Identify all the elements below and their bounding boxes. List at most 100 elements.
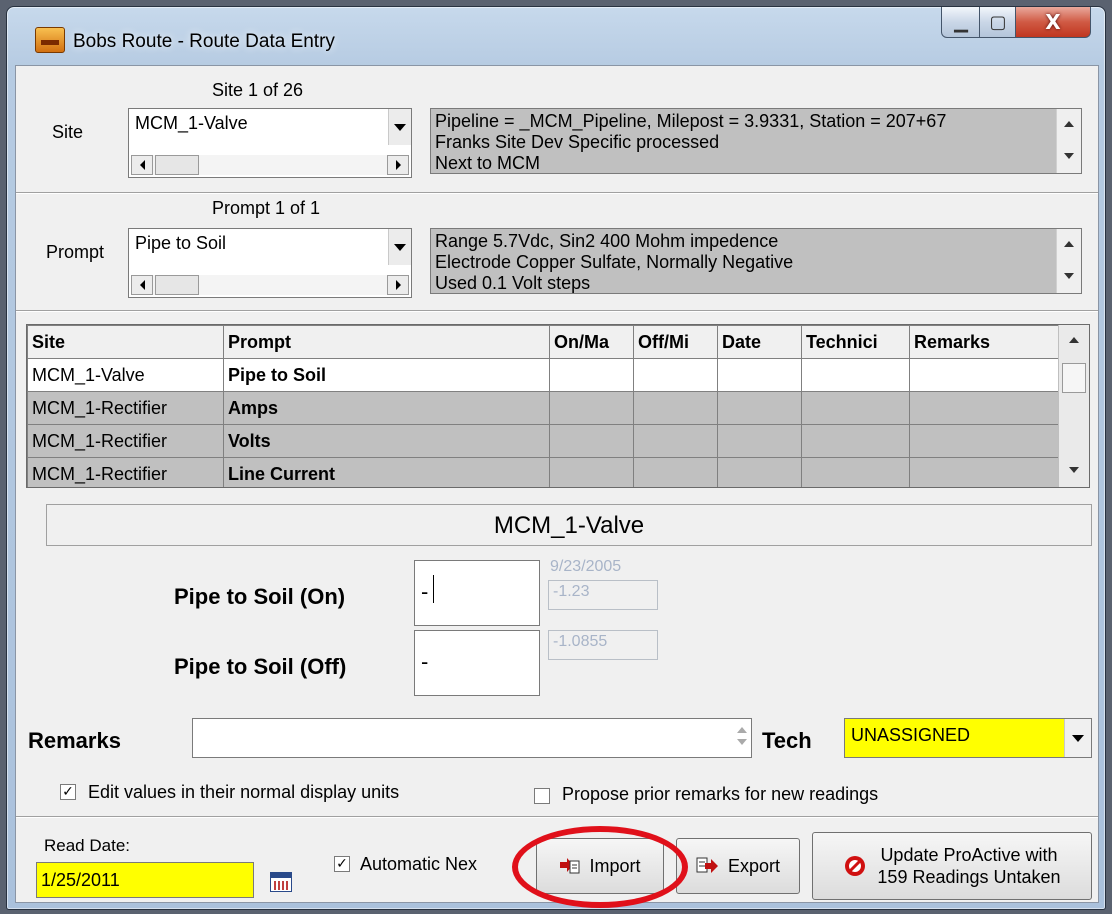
grid-cell[interactable] (909, 391, 1062, 425)
grid-cell[interactable]: Volts (223, 424, 550, 458)
chevron-down-icon (1072, 734, 1084, 742)
remarks-spinner[interactable] (737, 727, 747, 745)
column-header[interactable]: Technici (801, 325, 910, 359)
automatic-next-checkbox[interactable]: ✓ (334, 856, 350, 872)
grid-cell[interactable] (801, 391, 910, 425)
grid-cell[interactable] (717, 424, 802, 458)
grid-cell[interactable] (549, 391, 634, 425)
scroll-right-button[interactable] (387, 275, 409, 295)
prompt-counter: Prompt 1 of 1 (212, 198, 321, 218)
on-reading-input[interactable]: - (414, 560, 540, 626)
prompt-label: Prompt (46, 242, 105, 262)
grid-cell[interactable]: MCM_1-Rectifier (27, 457, 224, 487)
propose-remarks-checkbox[interactable] (534, 788, 550, 804)
maximize-button[interactable]: ▢ (979, 7, 1017, 38)
client-area: Site 1 of 26 Site MCM_1-Valve Pipeline =… (15, 65, 1099, 908)
grid-cell[interactable] (633, 391, 718, 425)
scroll-thumb[interactable] (1062, 363, 1086, 393)
site-combo[interactable]: MCM_1-Valve (128, 108, 412, 178)
table-row[interactable]: MCM_1-Rectifier Amps (27, 391, 1062, 425)
arrow-up-icon[interactable] (1069, 337, 1079, 343)
grid-cell[interactable] (801, 457, 910, 487)
arrow-up-icon[interactable] (1064, 241, 1074, 247)
prior-reading-date: 9/23/2005 (550, 558, 622, 575)
minimize-button[interactable]: ▁ (941, 7, 981, 38)
scroll-left-button[interactable] (131, 155, 153, 175)
current-site-banner: MCM_1-Valve (46, 504, 1092, 546)
column-header[interactable]: Off/Mi (633, 325, 718, 359)
grid-cell[interactable] (717, 358, 802, 392)
edit-units-label: Edit values in their normal display unit… (88, 782, 400, 802)
grid-cell[interactable]: Pipe to Soil (223, 358, 550, 392)
column-header[interactable]: Date (717, 325, 802, 359)
arrow-down-icon[interactable] (1069, 467, 1079, 473)
table-row[interactable]: MCM_1-Rectifier Line Current (27, 457, 1062, 487)
chevron-down-icon (394, 123, 406, 131)
spin-up-icon[interactable] (737, 727, 747, 733)
grid-cell[interactable] (909, 424, 1062, 458)
prompt-hscroll[interactable] (131, 275, 409, 295)
read-date-label: Read Date: (44, 836, 130, 855)
calendar-button[interactable] (266, 866, 296, 896)
grid-cell[interactable] (633, 424, 718, 458)
arrow-down-icon[interactable] (1064, 153, 1074, 159)
grid-cell[interactable] (717, 457, 802, 487)
grid-cell[interactable] (717, 391, 802, 425)
remarks-input[interactable] (192, 718, 752, 758)
chevron-down-icon (394, 243, 406, 251)
site-info-line: Next to MCM (435, 153, 541, 173)
site-info-memo[interactable]: Pipeline = _MCM_Pipeline, Milepost = 3.9… (430, 108, 1082, 174)
site-hscroll[interactable] (131, 155, 409, 175)
title-bar[interactable]: Bobs Route - Route Data Entry ▁ ▢ X (7, 7, 1105, 65)
column-header[interactable]: Prompt (223, 325, 550, 359)
prompt-combo[interactable]: Pipe to Soil (128, 228, 412, 298)
table-row[interactable]: MCM_1-Rectifier Volts (27, 424, 1062, 458)
app-icon[interactable] (35, 27, 65, 53)
arrow-down-icon[interactable] (1064, 273, 1074, 279)
scroll-left-button[interactable] (131, 275, 153, 295)
grid-cell[interactable] (909, 358, 1062, 392)
export-button[interactable]: Export (676, 838, 800, 894)
grid-cell[interactable]: MCM_1-Rectifier (27, 391, 224, 425)
update-proactive-button[interactable]: Update ProActive with 159 Readings Untak… (812, 832, 1092, 900)
column-header[interactable]: On/Ma (549, 325, 634, 359)
scroll-thumb[interactable] (155, 155, 199, 175)
site-info-scrollbar[interactable] (1056, 109, 1081, 173)
column-header[interactable]: Site (27, 325, 224, 359)
grid-cell[interactable] (549, 424, 634, 458)
table-row[interactable]: MCM_1-Valve Pipe to Soil (27, 358, 1062, 392)
scroll-thumb[interactable] (155, 275, 199, 295)
grid-cell[interactable] (909, 457, 1062, 487)
prompt-info-scrollbar[interactable] (1056, 229, 1081, 293)
tech-dropdown-button[interactable] (1064, 719, 1091, 757)
tech-select[interactable]: UNASSIGNED (844, 718, 1092, 758)
on-reading-label: Pipe to Soil (On) (174, 584, 346, 609)
arrow-up-icon[interactable] (1064, 121, 1074, 127)
grid-cell[interactable]: Line Current (223, 457, 550, 487)
off-reading-input[interactable]: - (414, 630, 540, 696)
grid-header-row: Site Prompt On/Ma Off/Mi Date Technici R… (27, 325, 1062, 359)
grid-cell[interactable] (549, 358, 634, 392)
edit-units-checkbox[interactable]: ✓ (60, 784, 76, 800)
spin-down-icon[interactable] (737, 739, 747, 745)
site-dropdown-button[interactable] (388, 109, 411, 145)
grid-cell[interactable]: MCM_1-Valve (27, 358, 224, 392)
grid-cell[interactable]: MCM_1-Rectifier (27, 424, 224, 458)
prompt-dropdown-button[interactable] (388, 229, 411, 265)
separator (16, 192, 1098, 194)
scroll-right-button[interactable] (387, 155, 409, 175)
close-button[interactable]: X (1015, 7, 1091, 38)
grid-cell[interactable] (801, 424, 910, 458)
prompt-info-line: Electrode Copper Sulfate, Normally Negat… (435, 252, 794, 272)
grid-cell[interactable]: Amps (223, 391, 550, 425)
grid-vscroll[interactable] (1058, 325, 1089, 487)
grid-cell[interactable] (633, 457, 718, 487)
grid-cell[interactable] (801, 358, 910, 392)
prompt-info-memo[interactable]: Range 5.7Vdc, Sin2 400 Mohm impedence El… (430, 228, 1082, 294)
grid-cell[interactable] (633, 358, 718, 392)
readings-grid[interactable]: Site Prompt On/Ma Off/Mi Date Technici R… (26, 324, 1090, 488)
grid-cell[interactable] (549, 457, 634, 487)
column-header[interactable]: Remarks (909, 325, 1062, 359)
import-button[interactable]: Import (536, 838, 664, 894)
read-date-input[interactable]: 1/25/2011 (36, 862, 254, 898)
